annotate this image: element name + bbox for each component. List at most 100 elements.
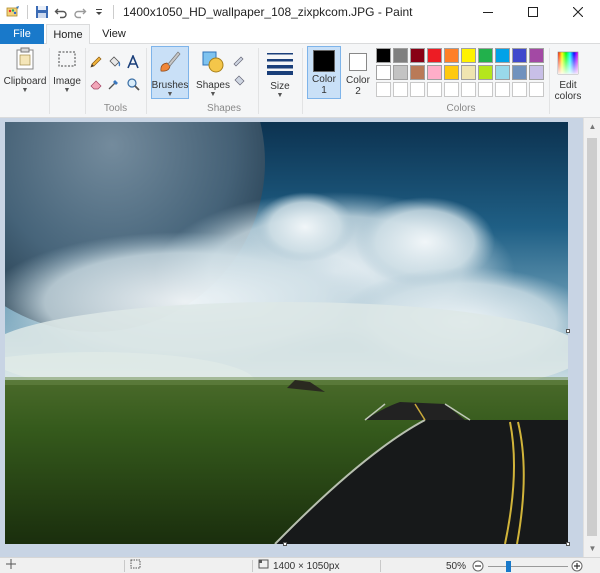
group-separator [258,48,259,114]
palette-swatch-empty[interactable] [529,82,544,97]
outline-icon[interactable] [232,52,248,68]
image-size-text: 1400 × 1050px [273,560,340,572]
zoom-slider-thumb[interactable] [506,561,511,572]
canvas-workspace[interactable]: ▲ ▼ [0,118,600,557]
palette-swatch[interactable] [393,65,408,80]
save-icon[interactable] [34,4,50,20]
zoom-in-button[interactable] [571,558,583,573]
tools-group-label: Tools [103,103,128,114]
fill-bucket-icon[interactable] [106,54,122,70]
group-separator [49,48,50,114]
select-icon [55,47,79,74]
palette-swatch[interactable] [410,65,425,80]
scrollbar-thumb[interactable] [587,138,597,536]
color-1-button[interactable]: Color 1 [307,46,341,99]
selection-icon [130,559,141,573]
resize-handle-bottom[interactable] [283,542,287,546]
resize-handle-corner[interactable] [566,542,570,546]
vertical-scrollbar[interactable]: ▲ ▼ [583,118,600,557]
palette-swatch-empty[interactable] [478,82,493,97]
customize-qat-icon[interactable] [91,4,107,20]
text-icon[interactable] [125,54,141,70]
resize-handle-right[interactable] [566,329,570,333]
tab-home[interactable]: Home [46,24,90,45]
cursor-position [6,558,16,573]
size-button[interactable]: Size ▼ [262,47,298,100]
palette-swatch[interactable] [512,65,527,80]
palette-swatch[interactable] [529,65,544,80]
color-1-swatch [313,50,335,72]
image-size: 1400 × 1050px [258,558,339,573]
palette-swatch[interactable] [478,65,493,80]
palette-swatch[interactable] [393,48,408,63]
maximize-button[interactable] [510,0,555,24]
shapes-group-label: Shapes [207,103,241,114]
qat-separator [27,5,28,19]
palette-swatch[interactable] [461,65,476,80]
zoom-slider-track[interactable] [488,566,568,567]
palette-swatch-empty[interactable] [376,82,391,97]
zoom-out-button[interactable] [472,558,484,573]
minimize-button[interactable] [465,0,510,24]
scroll-up-icon[interactable]: ▲ [584,118,600,135]
palette-swatch[interactable] [376,48,391,63]
color-2-button[interactable]: Color 2 [342,46,374,97]
window-controls [465,0,600,24]
palette-swatch-empty[interactable] [495,82,510,97]
close-button[interactable] [555,0,600,24]
palette-swatch-empty[interactable] [393,82,408,97]
tab-file[interactable]: File [0,24,44,44]
palette-swatch[interactable] [495,48,510,63]
image-canvas[interactable] [5,122,568,544]
tab-view[interactable]: View [94,24,134,44]
image-button[interactable]: Image ▼ [51,47,83,95]
edit-colors-button[interactable]: Edit colors [552,47,584,102]
palette-swatch-empty[interactable] [512,82,527,97]
palette-swatch[interactable] [478,48,493,63]
undo-icon[interactable] [53,4,69,20]
clipboard-button[interactable]: Clipboard ▼ [3,47,47,95]
status-bar: 1400 × 1050px 50% [0,557,600,573]
edit-colors-label: Edit colors [554,80,582,102]
palette-swatch[interactable] [427,48,442,63]
scroll-down-icon[interactable]: ▼ [584,540,600,557]
palette-swatch-empty[interactable] [444,82,459,97]
palette-swatch[interactable] [461,48,476,63]
eraser-icon[interactable] [88,76,104,92]
palette-swatch[interactable] [410,48,425,63]
chevron-down-icon: ▼ [166,91,174,98]
wallpaper-image [5,122,568,544]
palette-swatch[interactable] [495,65,510,80]
color-2-label: Color 2 [346,75,370,97]
palette-swatch[interactable] [444,48,459,63]
pencil-icon[interactable] [88,54,104,70]
ribbon: Clipboard ▼ Image ▼ Tools Brushes ▼ Shap… [0,44,600,118]
fill-icon[interactable] [232,72,248,88]
chevron-down-icon: ▼ [209,91,217,98]
palette-swatch[interactable] [376,65,391,80]
group-separator [302,48,303,114]
colors-group-label: Colors [446,103,476,114]
palette-swatch[interactable] [444,65,459,80]
palette-swatch-empty[interactable] [427,82,442,97]
line-size-icon [266,50,294,79]
quick-access-toolbar [0,4,117,20]
brushes-button[interactable]: Brushes ▼ [151,46,189,99]
brushes-label: Brushes [151,80,189,91]
palette-swatch[interactable] [512,48,527,63]
color-picker-icon[interactable] [106,76,122,92]
color-2-swatch [349,53,367,71]
selection-size [130,558,141,573]
palette-swatch-empty[interactable] [410,82,425,97]
clipboard-label: Clipboard [3,76,47,87]
shapes-label: Shapes [196,80,230,91]
paint-app-icon[interactable] [5,4,21,20]
palette-swatch-empty[interactable] [461,82,476,97]
shapes-button[interactable]: Shapes ▼ [194,47,232,99]
palette-swatch[interactable] [427,65,442,80]
palette-swatch[interactable] [529,48,544,63]
redo-icon[interactable] [72,4,88,20]
brush-icon [157,49,183,78]
crosshair-icon [6,558,16,573]
magnifier-icon[interactable] [125,76,141,92]
